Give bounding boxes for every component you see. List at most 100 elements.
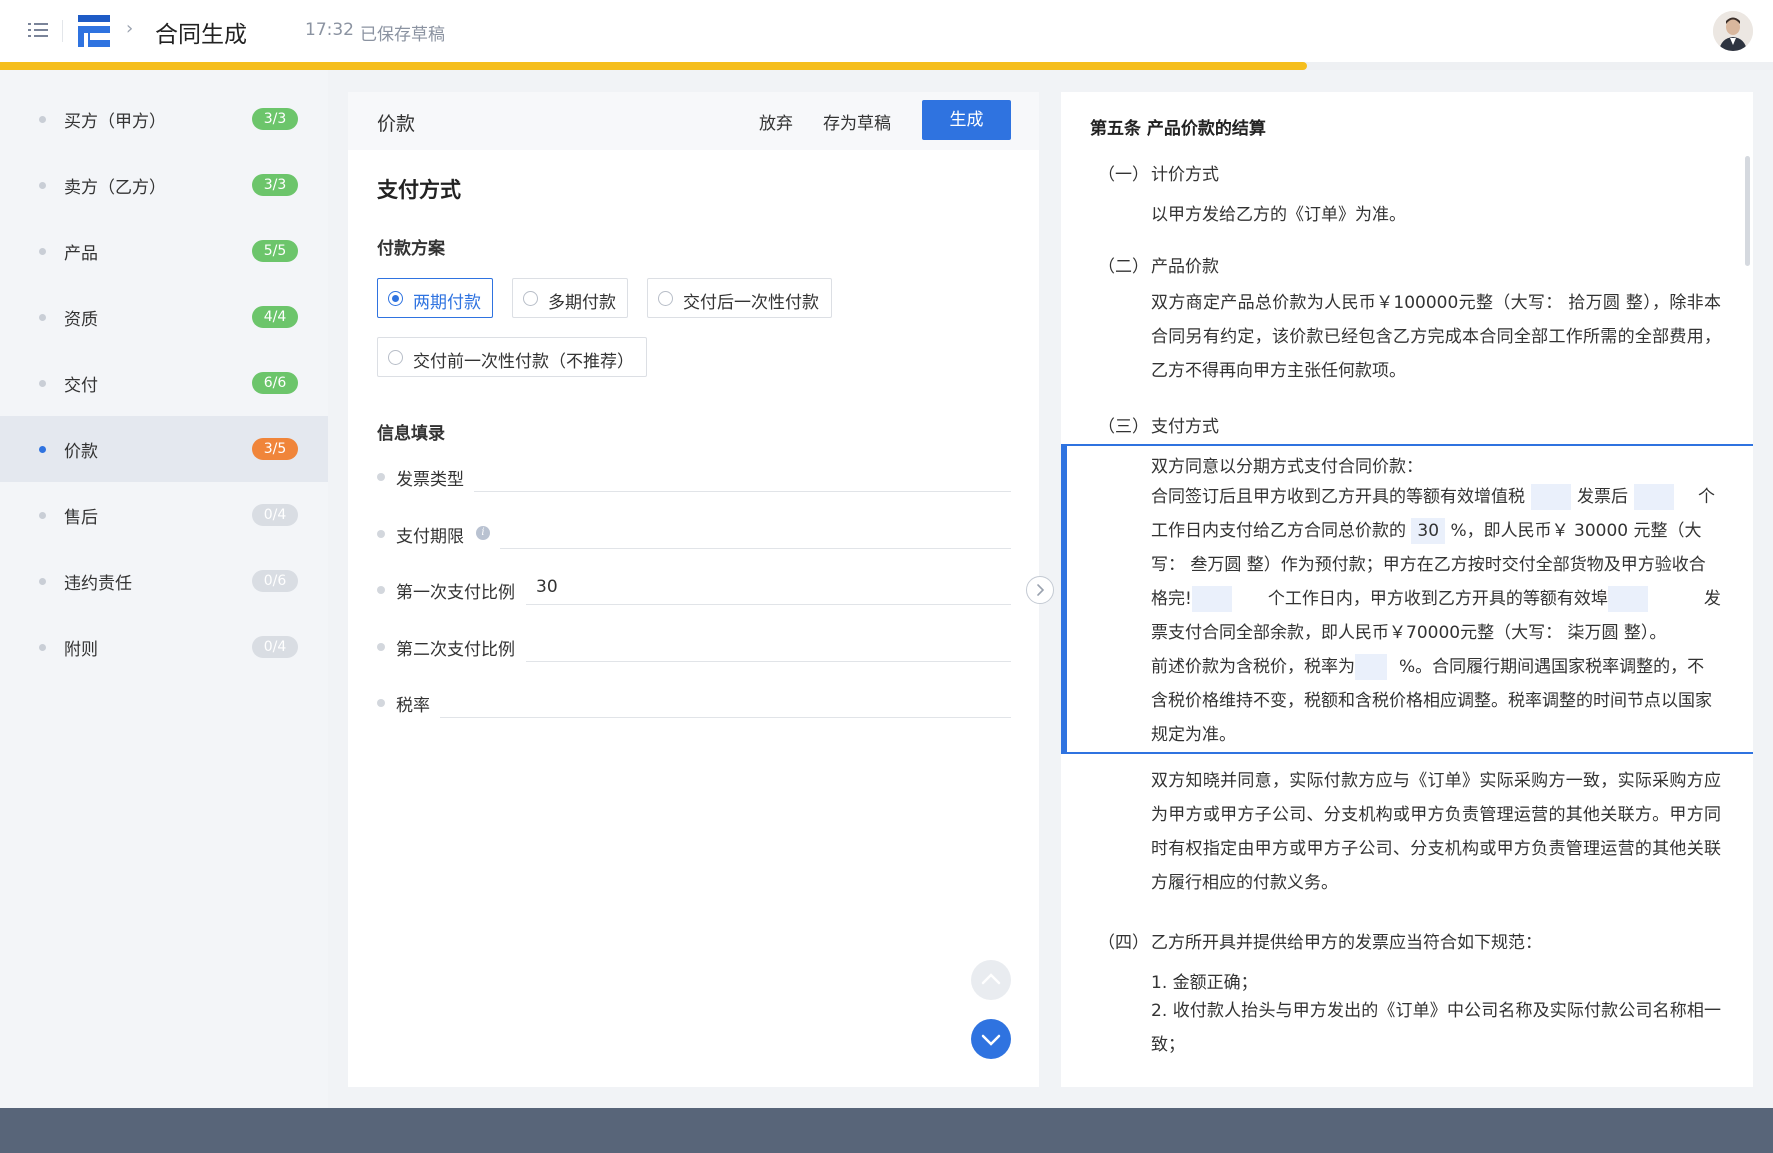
clause-title: 产品价款 <box>1151 257 1219 277</box>
blank-field[interactable] <box>1191 586 1232 612</box>
clause-line: 双方同意以分期方式支付合同价款： <box>1151 457 1423 477</box>
radio-lump-sum-after-delivery[interactable]: 交付后一次性付款 <box>647 278 832 318</box>
progress-badge: 5/5 <box>252 240 298 262</box>
sidebar-item-price[interactable]: 价款 3/5 <box>0 416 328 482</box>
radio-label: 两期付款 <box>413 293 481 313</box>
sidebar-item-after-sales[interactable]: 售后 0/4 <box>0 482 328 548</box>
field-dot <box>377 530 385 538</box>
clause-line: 含税价格维持不变，税额和含税价格相应调整。税率调整的时间节点以国家 <box>1151 691 1712 711</box>
blank-field[interactable]: 30 <box>1411 518 1446 544</box>
clause-line: 写： 叁万圆 整）作为预付款；甲方在乙方按时交付全部货物及甲方验收合 <box>1151 555 1706 575</box>
clause-text: 个 <box>1698 487 1715 507</box>
clause-text: %，即人民币￥ 30000 元整（大 <box>1450 521 1702 541</box>
payment-term-input[interactable] <box>500 513 1011 549</box>
sidebar-item-label: 资质 <box>64 310 98 330</box>
panel-toggle-button[interactable] <box>1026 576 1054 604</box>
info-icon[interactable]: i <box>476 526 490 540</box>
sidebar-item-appendix[interactable]: 附则 0/4 <box>0 614 328 680</box>
clause-line: 工作日内支付给乙方合同总价款的 30 %，即人民币￥ 30000 元整（大 <box>1151 516 1702 544</box>
clause-text: 发票后 <box>1577 487 1628 507</box>
radio-multi-installments[interactable]: 多期付款 <box>512 278 628 318</box>
save-time: 17:32 <box>305 20 354 40</box>
blank-field[interactable] <box>1607 586 1648 612</box>
clause-text: 前述价款为含税价，税率为 <box>1151 657 1355 677</box>
status-dot <box>39 380 46 387</box>
blank-field[interactable] <box>1355 654 1387 680</box>
form-header-title: 价款 <box>377 113 416 135</box>
clause-line: 票支付合同全部余款，即人民币￥70000元整（大写： 柒万圆 整）。 <box>1151 623 1667 643</box>
first-payment-ratio-input[interactable] <box>526 569 1011 605</box>
sidebar-item-delivery[interactable]: 交付 6/6 <box>0 350 328 416</box>
user-avatar[interactable] <box>1713 11 1753 51</box>
clause-number: （二） <box>1098 257 1149 277</box>
field-label: 第二次支付比例 <box>396 640 515 660</box>
save-status: 已保存草稿 <box>360 25 445 45</box>
radio-two-installments[interactable]: 两期付款 <box>377 278 493 318</box>
second-payment-ratio-input[interactable] <box>526 626 1011 662</box>
list-menu-icon[interactable] <box>28 20 50 40</box>
radio-label: 交付后一次性付款 <box>683 293 819 313</box>
blank-field[interactable] <box>1634 484 1674 510</box>
clause-number: （三） <box>1098 417 1149 437</box>
status-dot <box>39 644 46 651</box>
sidebar-item-label: 售后 <box>64 508 98 528</box>
sidebar-item-label: 附则 <box>64 640 98 660</box>
status-dot <box>39 578 46 585</box>
breadcrumb-chevron-icon: › <box>126 18 134 39</box>
clause-line: 规定为准。 <box>1151 725 1236 745</box>
radio-circle <box>388 291 403 306</box>
brand-logo-icon[interactable] <box>76 13 112 49</box>
sidebar-item-liability[interactable]: 违约责任 0/6 <box>0 548 328 614</box>
clause-title: 支付方式 <box>1151 417 1219 437</box>
scroll-down-button[interactable] <box>971 1019 1011 1059</box>
progress-bar <box>0 62 1307 70</box>
sidebar-item-label: 买方（甲方） <box>64 112 166 132</box>
sidebar-item-seller[interactable]: 卖方（乙方） 3/3 <box>0 152 328 218</box>
preview-scrollbar[interactable] <box>1745 156 1750 266</box>
radio-lump-sum-before-delivery[interactable]: 交付前一次性付款（不推荐） <box>377 337 647 377</box>
sidebar-item-label: 价款 <box>64 442 98 462</box>
clause-text: 个工作日内，甲方收到乙方开具的等额有效埠 <box>1267 589 1608 609</box>
clause-text: 以甲方发给乙方的《订单》为准。 <box>1151 205 1406 225</box>
status-dot <box>39 512 46 519</box>
field-dot <box>377 699 385 707</box>
blank-field[interactable] <box>1531 484 1571 510</box>
progress-badge: 3/3 <box>252 108 298 130</box>
sidebar-item-buyer[interactable]: 买方（甲方） 3/3 <box>0 86 328 152</box>
field-label: 发票类型 <box>396 470 464 490</box>
field-label: 税率 <box>396 696 430 716</box>
sidebar-item-label: 违约责任 <box>64 574 132 594</box>
chevron-down-icon <box>981 1034 1001 1046</box>
status-dot <box>39 182 46 189</box>
clause-title: 乙方所开具并提供给甲方的发票应当符合如下规范： <box>1151 933 1542 953</box>
progress-badge: 0/4 <box>252 636 298 658</box>
section-title: 支付方式 <box>377 178 461 202</box>
sidebar-item-label: 产品 <box>64 244 98 264</box>
clause-number: （四） <box>1098 933 1149 953</box>
sidebar-item-product[interactable]: 产品 5/5 <box>0 218 328 284</box>
clause-line: 前述价款为含税价，税率为 %。合同履行期间遇国家税率调整的，不 <box>1151 652 1704 680</box>
progress-badge: 0/4 <box>252 504 298 526</box>
scroll-up-button[interactable] <box>971 960 1011 1000</box>
progress-badge: 3/3 <box>252 174 298 196</box>
save-draft-button[interactable]: 存为草稿 <box>823 109 891 134</box>
sidebar: 买方（甲方） 3/3 卖方（乙方） 3/3 产品 5/5 资质 4/4 交付 6… <box>0 70 328 1108</box>
footer-bar <box>0 1108 1773 1153</box>
field-label: 第一次支付比例 <box>396 583 515 603</box>
field-dot <box>377 586 385 594</box>
clause-text: 格完! <box>1151 589 1192 609</box>
form-header: 价款 放弃 存为草稿 生成 <box>348 92 1039 150</box>
invoice-type-input[interactable] <box>474 456 1011 492</box>
discard-button[interactable]: 放弃 <box>759 109 793 134</box>
contract-preview: 第五条 产品价款的结算 （一） 计价方式 以甲方发给乙方的《订单》为准。 （二）… <box>1061 92 1753 1087</box>
tax-rate-input[interactable] <box>440 682 1011 718</box>
field-dot <box>377 473 385 481</box>
generate-button[interactable]: 生成 <box>922 100 1011 140</box>
status-dot <box>39 314 46 321</box>
sidebar-item-label: 交付 <box>64 376 98 396</box>
sidebar-item-qualification[interactable]: 资质 4/4 <box>0 284 328 350</box>
progress-badge: 0/6 <box>252 570 298 592</box>
payment-plan-title: 付款方案 <box>377 239 445 259</box>
status-dot <box>39 248 46 255</box>
radio-circle <box>388 350 403 365</box>
